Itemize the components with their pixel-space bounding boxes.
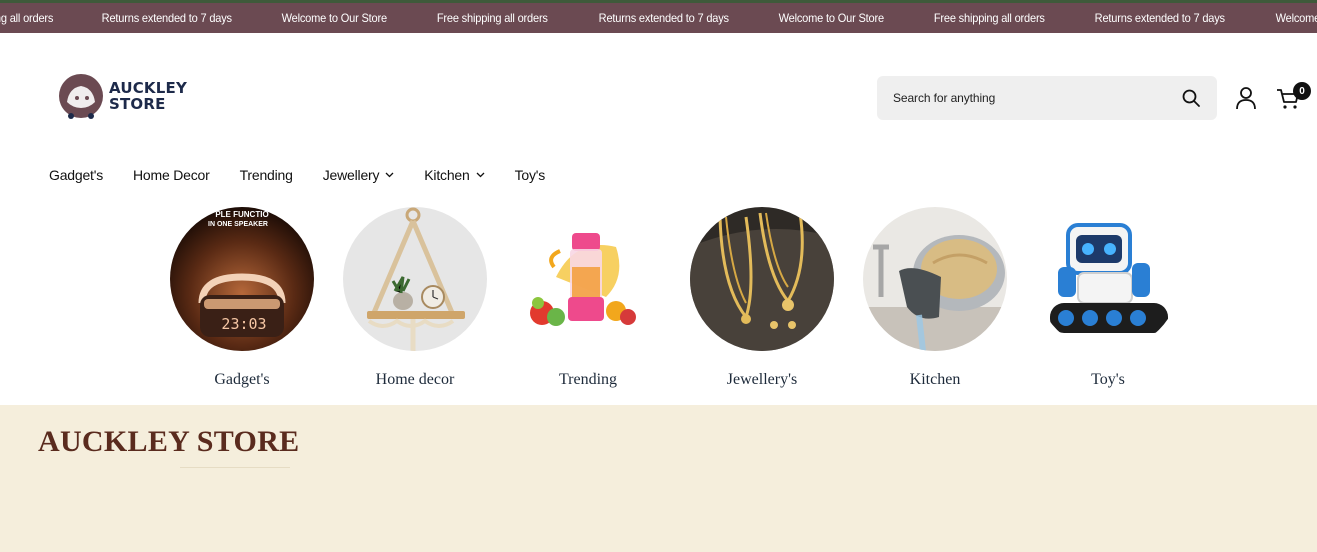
nav-item-home-decor[interactable]: Home Decor xyxy=(133,167,210,183)
nav-item-gadgets[interactable]: Gadget's xyxy=(49,167,103,183)
speaker-clock-image: PLE FUNCTIO IN ONE SPEAKER 23:03 xyxy=(170,207,314,351)
category-image-home-decor xyxy=(343,207,487,351)
announcement-item: ing all orders xyxy=(0,11,54,25)
search-icon[interactable] xyxy=(1181,88,1201,108)
announcement-item: Returns extended to 7 days xyxy=(598,11,729,25)
brand-section: AUCKLEY STORE xyxy=(0,405,1317,552)
category-label: Trending xyxy=(558,371,618,388)
nav-item-label: Kitchen xyxy=(424,167,470,183)
category-label: Home decor xyxy=(375,371,455,388)
announcement-item: Returns extended to 7 days xyxy=(1094,11,1226,25)
category-image-gadgets: PLE FUNCTIO IN ONE SPEAKER 23:03 xyxy=(170,207,314,351)
category-label: Jewellery's xyxy=(726,371,798,388)
brand-title: AUCKLEY STORE xyxy=(38,425,300,458)
announcement-item: Free shipping all orders xyxy=(933,11,1045,25)
chevron-down-icon xyxy=(385,172,394,178)
category-image-trending xyxy=(516,207,660,351)
nav-item-jewellery[interactable]: Jewellery xyxy=(323,167,395,183)
search-input[interactable]: Search for anything xyxy=(893,91,1181,105)
nav-item-trending[interactable]: Trending xyxy=(240,167,293,183)
announcement-item: Welcome to Our Store xyxy=(282,11,388,25)
nav-item-label: Toy's xyxy=(514,167,546,183)
gold-necklace-image xyxy=(690,207,834,351)
nav-item-label: Trending xyxy=(239,167,293,183)
robot-toy-image xyxy=(1036,207,1180,351)
macrame-shelf-image xyxy=(343,207,487,351)
category-label: Toy's xyxy=(1091,371,1125,388)
speaker-text-2: IN ONE SPEAKER xyxy=(208,221,268,228)
announcement-item: Free shipping all orders xyxy=(436,11,548,25)
category-label: Kitchen xyxy=(909,371,961,388)
logo-line-2: STORE xyxy=(109,95,166,113)
category-jewellery[interactable]: Jewellery's xyxy=(689,205,835,400)
nav-item-label: Jewellery xyxy=(322,167,380,183)
main-nav: Gadget's Home Decor Trending Jewellery K… xyxy=(49,164,575,186)
category-trending[interactable]: Trending xyxy=(515,205,661,400)
category-label: Gadget's xyxy=(214,371,270,388)
logo-line-1: AUCKLEY xyxy=(109,79,188,97)
category-kitchen[interactable]: Kitchen xyxy=(862,205,1008,400)
blender-bottle-image xyxy=(516,207,660,351)
cart-button[interactable]: 0 xyxy=(1276,82,1312,112)
announcement-item: Welcome to Our Store xyxy=(1275,11,1317,25)
cart-count-badge: 0 xyxy=(1293,82,1311,100)
chevron-down-icon xyxy=(476,172,485,178)
nav-item-toys[interactable]: Toy's xyxy=(514,167,546,183)
store-logo[interactable]: AUCKLEY STORE xyxy=(57,70,197,122)
category-image-jewellery xyxy=(690,207,834,351)
pot-strainer-image xyxy=(863,207,1007,351)
brand-divider xyxy=(180,467,290,468)
clock-display: 23:03 xyxy=(221,315,266,333)
nav-item-kitchen[interactable]: Kitchen xyxy=(424,167,485,183)
category-toys[interactable]: Toy's xyxy=(1035,205,1181,400)
category-gadgets[interactable]: PLE FUNCTIO IN ONE SPEAKER 23:03 Gadget'… xyxy=(169,205,315,400)
nav-item-label: Gadget's xyxy=(49,167,103,183)
nav-item-label: Home Decor xyxy=(133,167,210,183)
category-collection: PLE FUNCTIO IN ONE SPEAKER 23:03 Gadget'… xyxy=(0,205,1317,405)
announcement-bar: ing all orders Returns extended to 7 day… xyxy=(0,0,1317,33)
speaker-text-1: PLE FUNCTIO xyxy=(215,210,268,219)
category-image-kitchen xyxy=(863,207,1007,351)
category-home-decor[interactable]: Home decor xyxy=(342,205,488,400)
logo-text: AUCKLEY STORE xyxy=(109,80,187,112)
announcement-item: Welcome to Our Store xyxy=(778,11,885,25)
announcement-item: Returns extended to 7 days xyxy=(101,11,232,25)
pig-logo-icon xyxy=(59,74,103,119)
account-icon[interactable] xyxy=(1235,86,1257,110)
announcement-track: ing all orders Returns extended to 7 day… xyxy=(0,3,1317,33)
category-image-toys xyxy=(1036,207,1180,351)
search-bar[interactable]: Search for anything xyxy=(877,76,1217,120)
